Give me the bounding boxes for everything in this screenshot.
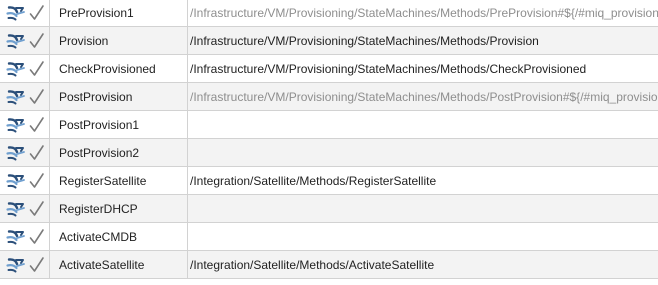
state-icon — [6, 229, 26, 245]
state-value: /Infrastructure/VM/Provisioning/StateMac… — [190, 33, 539, 48]
table-row[interactable]: PreProvision1 /Infrastructure/VM/Provisi… — [0, 0, 658, 27]
icons-cell — [0, 0, 50, 27]
state-value: /Infrastructure/VM/Provisioning/StateMac… — [190, 61, 587, 76]
state-icon — [6, 33, 26, 49]
state-name: ActivateSatellite — [59, 257, 145, 272]
grid-body: PreProvision1 /Infrastructure/VM/Provisi… — [0, 0, 658, 279]
table-row[interactable]: PostProvision1 — [0, 110, 658, 139]
state-name-cell: ActivateSatellite — [49, 250, 188, 279]
state-value-cell — [187, 222, 658, 251]
state-icon — [6, 5, 26, 21]
state-name-cell: PostProvision1 — [49, 110, 188, 139]
state-icon — [6, 201, 26, 217]
icons-cell — [0, 110, 50, 139]
state-name-cell: CheckProvisioned — [49, 54, 188, 83]
state-value-cell — [187, 110, 658, 139]
state-value-cell: /Infrastructure/VM/Provisioning/StateMac… — [187, 82, 658, 111]
table-row[interactable]: CheckProvisioned /Infrastructure/VM/Prov… — [0, 54, 658, 83]
state-value-cell — [187, 194, 658, 223]
state-value-cell: /Infrastructure/VM/Provisioning/StateMac… — [187, 0, 658, 27]
state-machine-grid: PreProvision1 /Infrastructure/VM/Provisi… — [0, 0, 658, 279]
state-icon — [6, 257, 26, 273]
state-name: ActivateCMDB — [59, 229, 138, 244]
table-row[interactable]: PostProvision2 — [0, 138, 658, 167]
table-row[interactable]: ActivateSatellite /Integration/Satellite… — [0, 250, 658, 279]
icons-cell — [0, 138, 50, 167]
state-name-cell: RegisterSatellite — [49, 166, 188, 195]
table-row[interactable]: RegisterSatellite /Integration/Satellite… — [0, 166, 658, 195]
state-name-cell: RegisterDHCP — [49, 194, 188, 223]
icons-cell — [0, 250, 50, 279]
icons-cell — [0, 194, 50, 223]
state-value-cell: /Infrastructure/VM/Provisioning/StateMac… — [187, 54, 658, 83]
checkmark-icon — [29, 256, 45, 274]
state-icon — [6, 117, 26, 133]
state-name: RegisterSatellite — [59, 173, 147, 188]
icons-cell — [0, 26, 50, 55]
state-name: PostProvision — [59, 89, 133, 104]
state-name: RegisterDHCP — [59, 201, 138, 216]
state-value: /Integration/Satellite/Methods/ActivateS… — [190, 257, 435, 272]
icons-cell — [0, 54, 50, 83]
state-name-cell: PostProvision — [49, 82, 188, 111]
state-icon — [6, 89, 26, 105]
state-value: /Infrastructure/VM/Provisioning/StateMac… — [190, 89, 658, 104]
icons-cell — [0, 82, 50, 111]
checkmark-icon — [29, 60, 45, 78]
state-value: /Infrastructure/VM/Provisioning/StateMac… — [190, 5, 658, 20]
state-value-cell: /Integration/Satellite/Methods/ActivateS… — [187, 250, 658, 279]
icons-cell — [0, 166, 50, 195]
icons-cell — [0, 222, 50, 251]
state-name-cell: PreProvision1 — [49, 0, 188, 27]
checkmark-icon — [29, 116, 45, 134]
checkmark-icon — [29, 200, 45, 218]
state-name: PostProvision2 — [59, 145, 140, 160]
checkmark-icon — [29, 172, 45, 190]
state-name: PreProvision1 — [59, 5, 134, 20]
checkmark-icon — [29, 228, 45, 246]
checkmark-icon — [29, 4, 45, 22]
state-value-cell — [187, 138, 658, 167]
checkmark-icon — [29, 88, 45, 106]
table-row[interactable]: PostProvision /Infrastructure/VM/Provisi… — [0, 82, 658, 111]
state-name-cell: Provision — [49, 26, 188, 55]
table-row[interactable]: Provision /Infrastructure/VM/Provisionin… — [0, 26, 658, 55]
state-name-cell: ActivateCMDB — [49, 222, 188, 251]
table-row[interactable]: RegisterDHCP — [0, 194, 658, 223]
state-value-cell: /Infrastructure/VM/Provisioning/StateMac… — [187, 26, 658, 55]
checkmark-icon — [29, 32, 45, 50]
state-name: CheckProvisioned — [59, 61, 156, 76]
state-icon — [6, 145, 26, 161]
state-icon — [6, 61, 26, 77]
state-name: PostProvision1 — [59, 117, 140, 132]
checkmark-icon — [29, 144, 45, 162]
table-row[interactable]: ActivateCMDB — [0, 222, 658, 251]
state-name-cell: PostProvision2 — [49, 138, 188, 167]
state-name: Provision — [59, 33, 109, 48]
state-icon — [6, 173, 26, 189]
state-value-cell: /Integration/Satellite/Methods/RegisterS… — [187, 166, 658, 195]
state-value: /Integration/Satellite/Methods/RegisterS… — [190, 173, 437, 188]
